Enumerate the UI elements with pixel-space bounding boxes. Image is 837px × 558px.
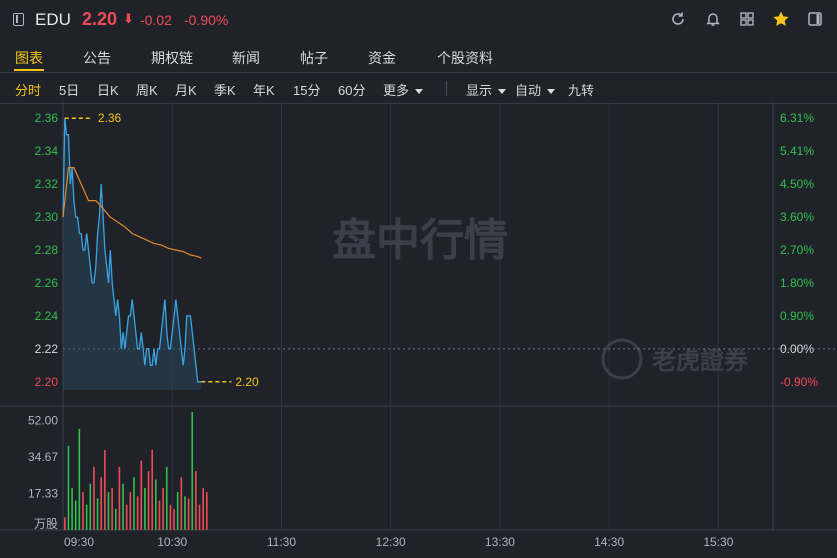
time-tick-label: 14:30 xyxy=(594,535,624,549)
volume-bar xyxy=(107,492,110,530)
time-tick-label: 13:30 xyxy=(485,535,515,549)
volume-bar xyxy=(111,487,113,530)
volume-bar xyxy=(89,483,92,530)
time-tick-label: 11:30 xyxy=(267,535,296,549)
volume-bar xyxy=(122,483,124,530)
volume-bar xyxy=(125,504,128,530)
volume-bar xyxy=(176,492,179,530)
volume-bar xyxy=(202,487,204,530)
volume-bar xyxy=(104,450,106,530)
volume-bar xyxy=(206,492,208,530)
price-tick-label: 2.20 xyxy=(35,375,59,389)
price-tick-label: 2.26 xyxy=(35,276,59,290)
volume-bar xyxy=(195,471,197,530)
watermark-text: 盘中行情 xyxy=(332,215,508,266)
price-tick-label: 2.36 xyxy=(35,111,59,125)
volume-bar xyxy=(180,477,183,530)
volume-bar xyxy=(155,479,157,530)
volume-tick-label: 34.67 xyxy=(28,450,58,464)
volume-bar xyxy=(169,504,172,530)
price-tick-label: 2.28 xyxy=(35,243,59,257)
volume-bar xyxy=(158,500,161,530)
price-tick-label: 2.32 xyxy=(35,177,59,191)
high-price-label: 2.36 xyxy=(98,111,122,125)
average-price-line xyxy=(62,167,202,259)
volume-bar xyxy=(191,412,194,530)
volume-bar xyxy=(133,477,135,530)
volume-bar xyxy=(100,477,103,530)
volume-bar xyxy=(198,504,201,530)
volume-bar xyxy=(129,492,132,530)
volume-bar xyxy=(136,496,139,530)
volume-tick-label: 17.33 xyxy=(28,487,58,501)
volume-bar xyxy=(184,496,186,530)
percent-tick-label: -0.90% xyxy=(780,375,818,389)
price-tick-label: 2.30 xyxy=(35,210,59,224)
volume-bar xyxy=(144,487,146,530)
brand-watermark: 老虎證券 xyxy=(652,347,749,375)
volume-bar xyxy=(85,504,88,530)
price-area xyxy=(63,118,202,390)
time-tick-label: 12:30 xyxy=(376,535,406,549)
volume-tick-label: 52.00 xyxy=(28,414,58,428)
volume-unit-label: 万股 xyxy=(34,517,58,531)
volume-bar xyxy=(67,445,70,530)
price-tick-label: 2.24 xyxy=(35,309,59,323)
percent-tick-label: 2.70% xyxy=(780,243,814,257)
volume-bar xyxy=(71,487,73,530)
volume-bar xyxy=(162,487,164,530)
volume-bar xyxy=(165,466,168,530)
volume-bar xyxy=(93,466,95,530)
volume-bar xyxy=(140,460,143,530)
volume-bar xyxy=(78,428,81,530)
percent-tick-label: 4.50% xyxy=(780,177,814,191)
time-tick-label: 15:30 xyxy=(703,535,733,549)
low-price-label: 2.20 xyxy=(235,375,259,389)
volume-bar xyxy=(151,450,153,530)
percent-tick-label: 5.41% xyxy=(780,144,814,158)
intraday-chart[interactable]: 09:30 10:30 11:30 12:30 13:30 14:30 15:30 盘中行情老… xyxy=(0,0,837,558)
volume-bar xyxy=(64,517,66,530)
volume-bar xyxy=(96,498,99,530)
volume-bar xyxy=(147,471,150,530)
volume-bar xyxy=(173,508,175,530)
volume-bar xyxy=(82,492,84,530)
price-tick-label: 2.22 xyxy=(35,342,59,356)
volume-bar xyxy=(187,498,190,530)
time-tick-label: 10:30 xyxy=(157,535,187,549)
volume-bar xyxy=(118,466,121,530)
time-tick-label: 09:30 xyxy=(64,535,94,549)
volume-bar xyxy=(114,508,117,530)
volume-bar xyxy=(74,500,77,530)
percent-tick-label: 0.90% xyxy=(780,309,814,323)
price-tick-label: 2.34 xyxy=(35,144,59,158)
percent-tick-label: 3.60% xyxy=(780,210,814,224)
percent-tick-label: 1.80% xyxy=(780,276,814,290)
percent-tick-label: 6.31% xyxy=(780,111,814,125)
